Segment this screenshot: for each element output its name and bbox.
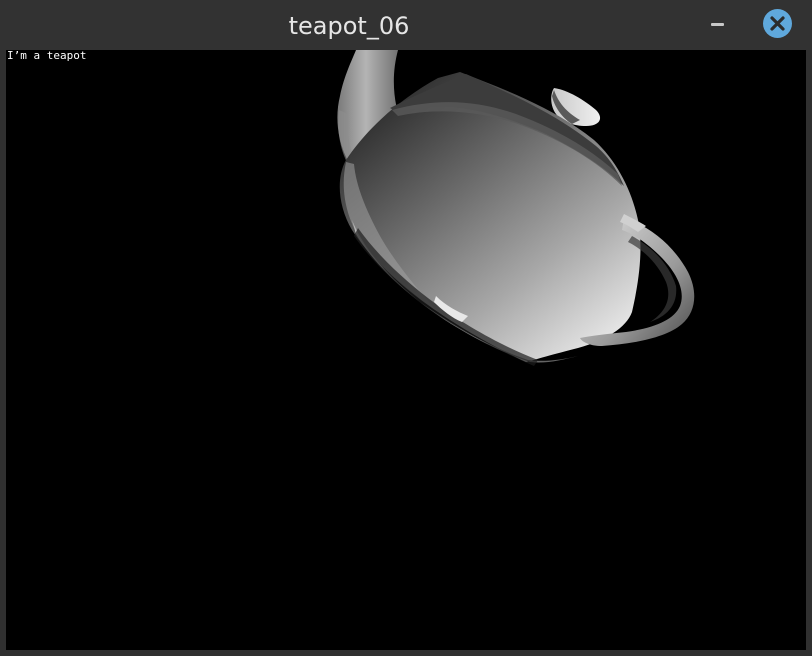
render-viewport[interactable]: I’m a teapot	[6, 50, 806, 650]
teapot-render	[337, 50, 695, 366]
close-button[interactable]	[763, 9, 792, 38]
title-bar[interactable]: teapot_06	[0, 0, 812, 50]
app-window: teapot_06 I’m a teapot	[0, 0, 812, 656]
minimize-button[interactable]	[704, 10, 732, 38]
close-icon	[770, 16, 785, 31]
minimize-icon	[711, 23, 724, 26]
window-title: teapot_06	[288, 12, 410, 40]
